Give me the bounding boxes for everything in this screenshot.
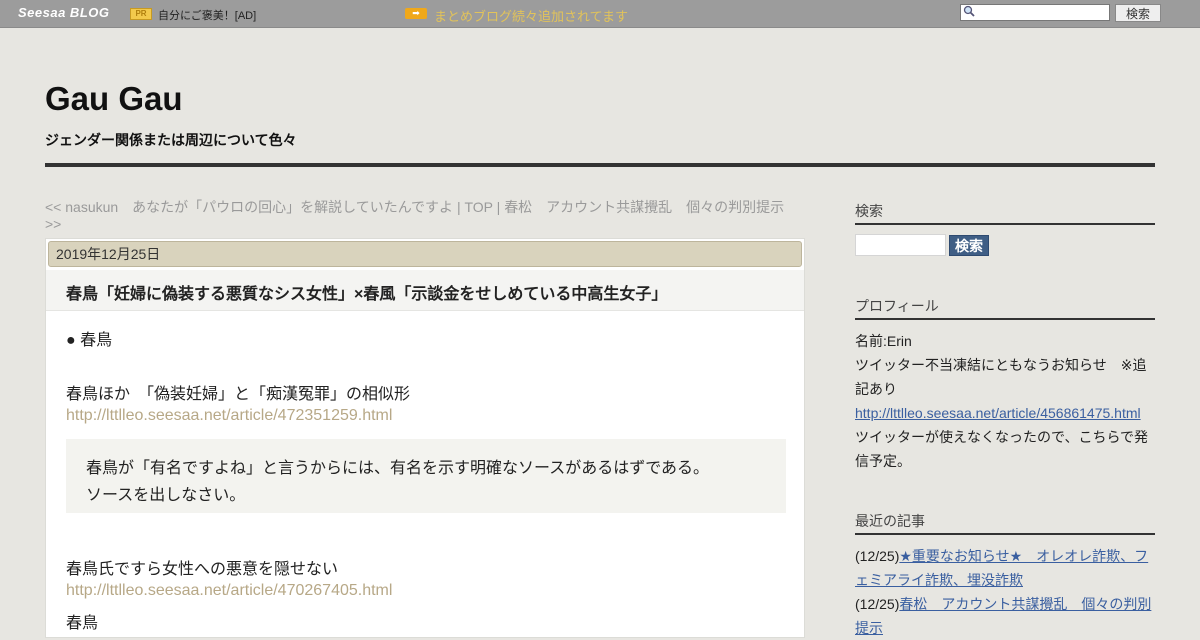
- sidebar-search-heading: 検索: [855, 201, 1155, 225]
- article: 2019年12月25日 春鳥「妊婦に偽装する悪質なシス女性」×春風「示談金をせし…: [45, 238, 805, 638]
- sidebar-recent-heading: 最近の記事: [855, 511, 1155, 535]
- quote-text: ソースを出しなさい。: [86, 487, 246, 504]
- profile-note: ツイッターが使えなくなったので、こちらで発: [855, 429, 1149, 445]
- profile-note: 記あり: [855, 381, 897, 397]
- article-link[interactable]: http://lttlleo.seesaa.net/article/472351…: [66, 407, 392, 425]
- blockquote: 春鳥が「有名ですよね」と言うからには、有名を示す明確なソースがあるはずである。 …: [66, 439, 786, 513]
- top-bar: Seesaa BLOG PR 自分にご褒美！[AD] ➡ まとめブログ続々追加さ…: [0, 0, 1200, 28]
- recent-date: (12/25): [855, 596, 900, 612]
- blog-notice-link[interactable]: まとめブログ続々追加されてます: [434, 6, 628, 25]
- body-text: 春鳥: [66, 615, 99, 632]
- sidebar-search-button[interactable]: 検索: [949, 235, 989, 256]
- body-text: 春鳥氏ですら女性への悪意を隠せない: [66, 561, 339, 578]
- profile-link[interactable]: http://lttlleo.seesaa.net/article/456861…: [855, 405, 1141, 421]
- recent-article-link[interactable]: 春松 アカウント共謀攪乱 個々の判別: [899, 596, 1151, 612]
- sidebar-profile-heading: プロフィール: [855, 296, 1155, 320]
- list-item: 提示: [855, 616, 1155, 640]
- list-item: ェミアライ詐欺、埋没詐欺: [855, 568, 1155, 592]
- recent-articles-list: (12/25)★重要なお知らせ★ オレオレ詐欺、フ ェミアライ詐欺、埋没詐欺 (…: [855, 544, 1155, 640]
- profile-content: 名前:Erin ツイッター不当凍結にともなうお知らせ ※追 記あり http:/…: [855, 329, 1155, 473]
- article-date: 2019年12月25日: [48, 241, 802, 267]
- next-arrow-link[interactable]: >>: [45, 216, 61, 232]
- blog-description: ジェンダー関係または周辺について色々: [45, 132, 297, 148]
- article-title[interactable]: 春鳥「妊婦に偽装する悪質なシス女性」×春風「示談金をせしめている中高生女子」: [66, 280, 667, 304]
- profile-name: 名前:Erin: [855, 333, 912, 349]
- top-link[interactable]: TOP: [464, 199, 492, 215]
- sidebar-search-input[interactable]: [855, 234, 946, 256]
- article-title-bar: 春鳥「妊婦に偽装する悪質なシス女性」×春風「示談金をせしめている中高生女子」: [46, 270, 804, 311]
- recent-article-link[interactable]: ★重要なお知らせ★ オレオレ詐欺、フ: [899, 548, 1148, 564]
- top-search-input[interactable]: [960, 4, 1110, 21]
- search-icon: [963, 5, 975, 17]
- recent-date: (12/25): [855, 548, 900, 564]
- recent-article-link[interactable]: 提示: [855, 620, 883, 636]
- prev-article-link[interactable]: << nasukun あなたが「パウロの回心」を解説していたんですよ: [45, 199, 453, 215]
- recent-article-link[interactable]: ェミアライ詐欺、埋没詐欺: [855, 572, 1023, 588]
- next-article-link[interactable]: 春松 アカウント共謀攪乱 個々の判別提示: [504, 199, 784, 215]
- profile-note: 信予定。: [855, 453, 911, 469]
- profile-note: ツイッター不当凍結にともなうお知らせ ※追: [855, 357, 1147, 373]
- blog-title[interactable]: Gau Gau: [45, 80, 183, 118]
- nav-separator: |: [492, 199, 505, 215]
- top-search-button[interactable]: 検索: [1115, 4, 1161, 22]
- body-text: 春鳥ほか 「偽装妊婦」と「痴漢冤罪」の相似形: [66, 386, 411, 403]
- article-navigation: << nasukun あなたが「パウロの回心」を解説していたんですよ | TOP…: [45, 199, 805, 233]
- arrow-right-icon: ➡: [405, 8, 427, 19]
- pr-ad-link[interactable]: 自分にご褒美！[AD]: [158, 7, 256, 23]
- list-item: (12/25)★重要なお知らせ★ オレオレ詐欺、フ: [855, 544, 1155, 568]
- seesaa-logo[interactable]: Seesaa BLOG: [18, 5, 110, 20]
- header-divider: [45, 163, 1155, 167]
- list-item: (12/25)春松 アカウント共謀攪乱 個々の判別: [855, 592, 1155, 616]
- quote-text: 春鳥が「有名ですよね」と言うからには、有名を示す明確なソースがあるはずである。: [86, 460, 710, 477]
- pr-badge: PR: [130, 8, 152, 20]
- body-text: ● 春鳥: [66, 332, 113, 349]
- article-link[interactable]: http://lttlleo.seesaa.net/article/470267…: [66, 582, 392, 600]
- nav-separator: |: [453, 199, 465, 215]
